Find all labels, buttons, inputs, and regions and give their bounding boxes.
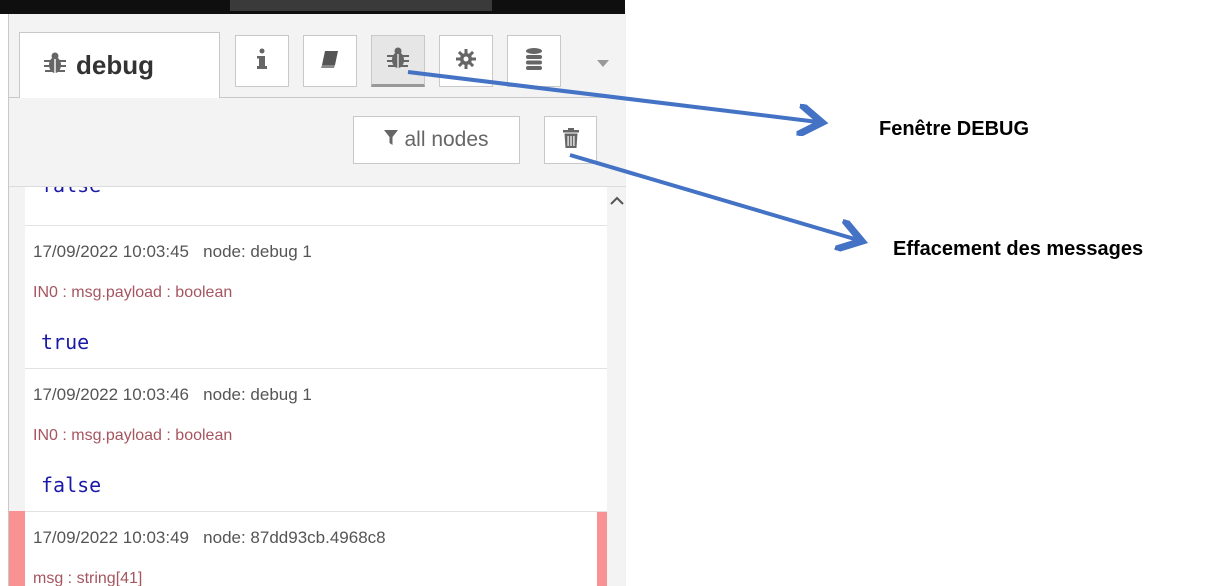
filter-icon — [384, 128, 399, 152]
debug-message-list[interactable]: false 17/09/2022 10:03:45 node: debug 1 … — [25, 187, 607, 586]
tab-config[interactable] — [439, 35, 493, 87]
gear-icon — [456, 48, 476, 74]
tab-info[interactable] — [235, 35, 289, 87]
debug-toolbar: all nodes — [9, 98, 626, 187]
message-timestamp: 17/09/2022 10:03:46 node: debug 1 — [33, 385, 312, 404]
error-marker — [597, 512, 607, 586]
clear-messages-button[interactable] — [544, 116, 597, 164]
sidebar-tabs: debug — [9, 14, 626, 98]
tab-debug-icon[interactable] — [371, 35, 425, 87]
top-bar — [0, 0, 625, 14]
message-topic: IN0 : msg.payload : boolean — [33, 427, 233, 444]
error-marker-left — [9, 511, 25, 586]
annotation-clear-messages: Effacement des messages — [893, 238, 1144, 260]
message-topic: msg : string[41] — [33, 570, 143, 586]
database-icon — [525, 47, 543, 75]
filter-nodes-button[interactable]: all nodes — [353, 116, 520, 164]
caret-down-icon — [597, 55, 609, 73]
tab-debug[interactable]: debug — [19, 32, 220, 98]
chevron-up-icon — [610, 193, 624, 211]
debug-sidebar: debug all nodes 17/09/2022 10:03:45 node… — [8, 14, 626, 586]
message-value: false — [41, 187, 101, 197]
list-item[interactable]: 17/09/2022 10:03:45 node: debug 1 IN0 : … — [25, 225, 607, 368]
message-topic: IN0 : msg.payload : boolean — [33, 284, 233, 301]
scroll-up-button[interactable] — [609, 194, 625, 210]
tab-menu-dropdown[interactable] — [593, 54, 613, 74]
bug-icon — [44, 51, 66, 80]
message-timestamp: 17/09/2022 10:03:49 node: 87dd93cb.4968c… — [33, 528, 386, 547]
message-value[interactable]: false — [41, 473, 101, 497]
info-icon — [256, 48, 268, 75]
book-icon — [320, 49, 340, 74]
annotation-debug-window: Fenêtre DEBUG — [879, 118, 1030, 140]
message-timestamp: 17/09/2022 10:03:45 node: debug 1 — [33, 242, 312, 261]
tab-help[interactable] — [303, 35, 357, 87]
tab-debug-label: debug — [76, 50, 154, 80]
bug-icon — [387, 46, 409, 75]
trash-icon — [562, 127, 579, 153]
message-value[interactable]: true — [41, 330, 89, 354]
resize-handle[interactable] — [230, 0, 492, 11]
message-partial: false — [25, 187, 607, 225]
filter-label: all nodes — [404, 128, 489, 151]
tab-context[interactable] — [507, 35, 561, 87]
list-item[interactable]: 17/09/2022 10:03:46 node: debug 1 IN0 : … — [25, 368, 607, 511]
list-item-error[interactable]: 17/09/2022 10:03:49 node: 87dd93cb.4968c… — [25, 511, 607, 586]
